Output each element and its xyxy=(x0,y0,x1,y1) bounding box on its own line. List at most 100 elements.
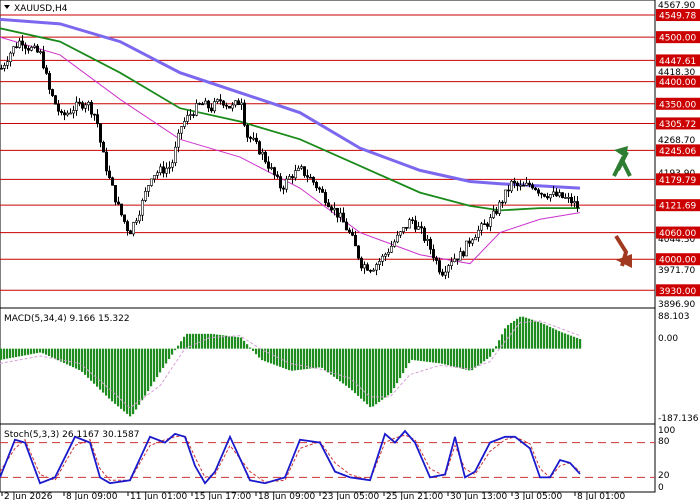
candle-body xyxy=(266,161,270,169)
candle-body xyxy=(533,187,537,191)
candle-body xyxy=(72,110,76,114)
candle-body xyxy=(464,240,468,257)
macd-histogram-bar xyxy=(18,348,21,357)
candle-body xyxy=(398,231,402,236)
candle-body xyxy=(575,201,579,208)
candle-body xyxy=(117,201,121,205)
candle-body xyxy=(491,210,495,218)
macd-histogram-bar xyxy=(6,348,9,359)
candle-body xyxy=(422,227,426,241)
macd-histogram-bar xyxy=(411,348,414,360)
candle-body xyxy=(443,271,447,276)
candle-body xyxy=(165,167,169,174)
candle-body xyxy=(222,100,226,106)
time-axis-label: 18 Jun 09:00 xyxy=(258,492,315,500)
macd-histogram-bar xyxy=(177,345,180,349)
candle-body xyxy=(314,182,318,189)
symbol-dropdown[interactable]: XAUUSD,H4 xyxy=(4,4,68,14)
candle-body xyxy=(186,115,190,122)
macd-histogram-bar xyxy=(48,348,51,357)
macd-histogram-bar xyxy=(3,348,6,360)
price-pane[interactable] xyxy=(0,0,656,309)
candle-body xyxy=(308,176,312,179)
macd-histogram-bar xyxy=(123,348,126,412)
candle-body xyxy=(302,166,306,176)
candle-body xyxy=(527,182,531,186)
candle-body xyxy=(455,258,459,261)
macd-histogram-bar xyxy=(36,348,39,354)
macd-histogram-bar xyxy=(327,348,330,373)
candle-body xyxy=(572,201,576,204)
macd-histogram-bar xyxy=(273,348,276,365)
candle-body xyxy=(305,175,309,178)
candle-body xyxy=(114,185,118,203)
macd-histogram-bar xyxy=(417,348,420,361)
macd-histogram-bar xyxy=(378,348,381,403)
macd-histogram-bar xyxy=(237,337,240,349)
macd-histogram-bar xyxy=(255,348,258,355)
macd-histogram-bar xyxy=(444,348,447,365)
chart-workspace[interactable]: 4567.904418.304268.704193.904044.303971.… xyxy=(0,0,700,500)
macd-histogram-bar xyxy=(24,348,27,356)
candle-body xyxy=(518,184,522,187)
candle-body xyxy=(249,136,253,139)
level-tag-label: 4350.00 xyxy=(659,100,696,110)
macd-histogram-bar xyxy=(498,340,501,349)
macd-histogram-bar xyxy=(72,348,75,368)
macd-histogram-bar xyxy=(534,320,537,349)
candle-body xyxy=(2,65,7,69)
macd-histogram-bar xyxy=(87,348,90,378)
candle-body xyxy=(332,207,336,211)
candle-body xyxy=(299,166,303,169)
macd-histogram-bar xyxy=(138,348,141,405)
candle-body xyxy=(563,197,567,199)
macd-histogram-bar xyxy=(495,346,498,349)
candle-body xyxy=(237,100,241,106)
macd-histogram-bar xyxy=(156,348,159,378)
candle-body xyxy=(560,192,564,198)
macd-histogram-bar xyxy=(414,348,417,361)
candle-body xyxy=(129,230,133,235)
candle-body xyxy=(377,261,381,265)
macd-histogram-bar xyxy=(564,333,567,349)
candle-body xyxy=(260,151,264,155)
candle-body xyxy=(392,241,396,247)
candle-body xyxy=(105,151,109,172)
candle-body xyxy=(29,47,33,51)
macd-histogram-bar xyxy=(294,348,297,371)
candle-body xyxy=(317,187,321,190)
level-tag-label: 4447.61 xyxy=(659,57,696,67)
stoch-axis-label-100: 100 xyxy=(658,426,675,436)
macd-histogram-bar xyxy=(225,335,228,349)
candle-body xyxy=(159,166,163,174)
macd-histogram-bar xyxy=(117,348,120,407)
candle-body xyxy=(476,229,480,238)
macd-histogram-bar xyxy=(150,348,153,387)
macd-histogram-bar xyxy=(552,328,555,349)
candle-body xyxy=(204,100,208,105)
candle-body xyxy=(177,132,181,148)
level-tag-label: 4000.00 xyxy=(659,256,696,266)
candle-body xyxy=(569,197,573,204)
candle-body xyxy=(413,220,417,230)
candle-body xyxy=(108,170,112,179)
macd-histogram-bar xyxy=(315,348,318,368)
macd-histogram-bar xyxy=(207,333,210,349)
macd-histogram-bar xyxy=(309,348,312,369)
candle-body xyxy=(458,251,462,261)
candle-body xyxy=(123,214,127,222)
candle-body xyxy=(386,251,390,255)
macd-histogram-bar xyxy=(240,337,243,349)
candle-body xyxy=(290,176,294,179)
candle-body xyxy=(557,192,561,197)
macd-histogram-bar xyxy=(405,348,408,369)
candle-body xyxy=(6,61,10,66)
chart-svg[interactable]: 4567.904418.304268.704193.904044.303971.… xyxy=(0,0,700,500)
macd-histogram-bar xyxy=(543,324,546,349)
macd-histogram-bar xyxy=(12,348,15,358)
candle-body xyxy=(231,104,235,109)
macd-histogram-bar xyxy=(267,348,270,363)
macd-histogram-bar xyxy=(360,348,363,399)
candle-body xyxy=(371,269,375,272)
candle-body xyxy=(201,103,205,106)
